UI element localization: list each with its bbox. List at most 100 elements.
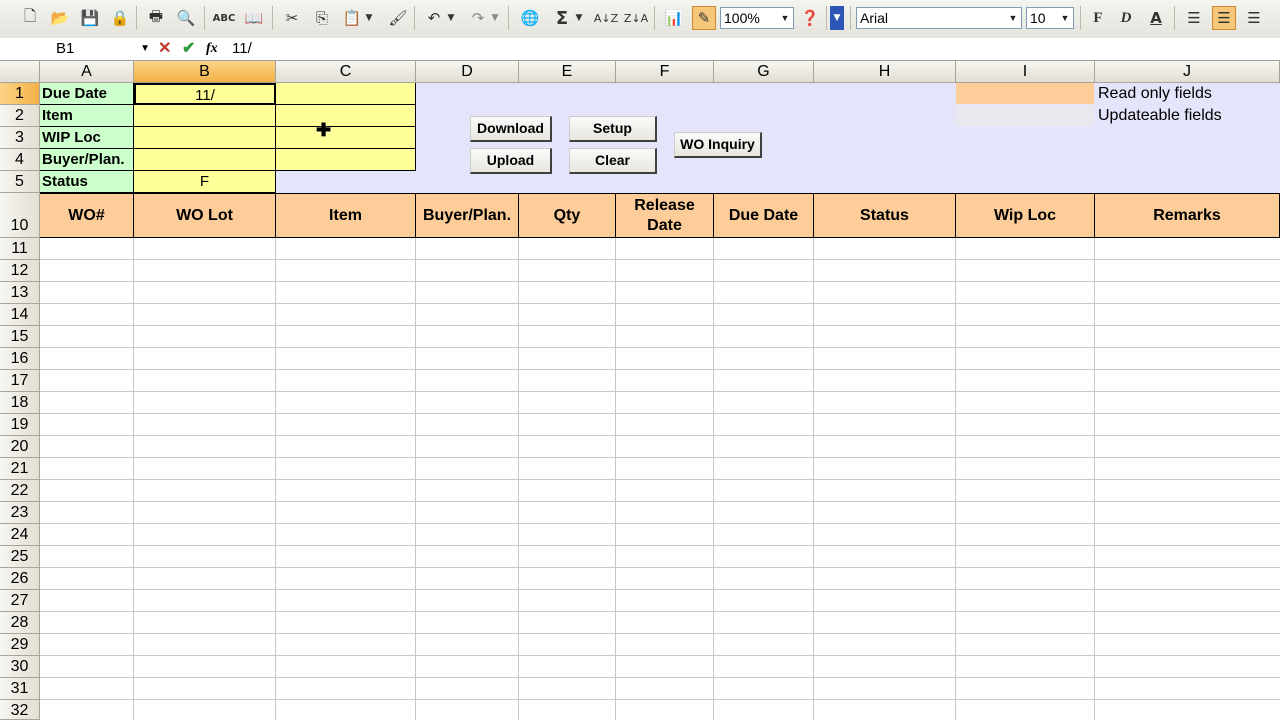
row-header-15[interactable]: 15 [0, 326, 40, 348]
input-status[interactable]: F [134, 171, 276, 193]
paste-icon[interactable]: 📋 [340, 6, 364, 30]
row-header-3[interactable]: 3 [0, 127, 40, 149]
new-icon[interactable]: 🗋 [18, 6, 42, 30]
undo-dropdown-icon[interactable]: ▼ [444, 6, 458, 30]
row-header-31[interactable]: 31 [0, 678, 40, 700]
underline-icon[interactable]: A [1144, 6, 1168, 30]
row-header-27[interactable]: 27 [0, 590, 40, 612]
insert-function-icon[interactable]: fx [206, 39, 218, 58]
align-center-icon[interactable]: ☰ [1212, 6, 1236, 30]
row-header-13[interactable]: 13 [0, 282, 40, 304]
row-header-1[interactable]: 1 [0, 83, 40, 105]
row-header-29[interactable]: 29 [0, 634, 40, 656]
align-right-icon[interactable]: ☰ [1242, 6, 1266, 30]
row-header-19[interactable]: 19 [0, 414, 40, 436]
bold-icon[interactable]: F [1086, 6, 1110, 30]
row-header-14[interactable]: 14 [0, 304, 40, 326]
formula-content[interactable]: 11/ [232, 39, 252, 58]
input-wip-loc-c[interactable] [276, 127, 416, 149]
row-header-17[interactable]: 17 [0, 370, 40, 392]
help-icon[interactable]: ❓ [798, 6, 822, 30]
grid-line [40, 325, 1280, 326]
grid-line [40, 699, 1280, 700]
row-header-18[interactable]: 18 [0, 392, 40, 414]
chart-wizard-icon[interactable]: 📊 [662, 6, 686, 30]
spelling-icon[interactable]: ABC [212, 6, 236, 30]
column-header-j[interactable]: J [1095, 61, 1280, 83]
autosum-dropdown-icon[interactable]: ▼ [572, 6, 586, 30]
wo-inquiry-button[interactable]: WO Inquiry [674, 132, 762, 158]
row-header-28[interactable]: 28 [0, 612, 40, 634]
setup-button[interactable]: Setup [569, 116, 657, 142]
row-header-16[interactable]: 16 [0, 348, 40, 370]
undo-icon[interactable]: ↶ [422, 6, 446, 30]
font-name-select[interactable]: Arial ▼ [856, 7, 1022, 29]
grid-line [40, 479, 1280, 480]
column-header-e[interactable]: E [519, 61, 616, 83]
select-all-corner[interactable] [0, 61, 40, 83]
copy-icon[interactable]: ⎘ [310, 6, 334, 30]
row-header-21[interactable]: 21 [0, 458, 40, 480]
redo-icon[interactable]: ↷ [466, 6, 490, 30]
autosum-icon[interactable]: Σ [550, 6, 574, 30]
chevron-down-icon: ▼ [780, 13, 790, 23]
row-header-4[interactable]: 4 [0, 149, 40, 171]
grid-line [40, 259, 1280, 260]
print-icon[interactable]: 🖶 [144, 6, 168, 30]
row-header-2[interactable]: 2 [0, 105, 40, 127]
toolbar-options-icon[interactable]: ▼ [830, 6, 844, 30]
hyperlink-icon[interactable]: 🌐 [518, 6, 542, 30]
name-box[interactable]: B1 ▼ [8, 39, 154, 58]
paste-dropdown-icon[interactable]: ▼ [362, 6, 376, 30]
download-button[interactable]: Download [470, 116, 552, 142]
permission-icon[interactable]: 🔒 [108, 6, 132, 30]
sort-ascending-icon[interactable]: A↓Z [594, 6, 618, 30]
cancel-entry-icon[interactable]: ✕ [158, 39, 171, 58]
column-header-i[interactable]: I [956, 61, 1095, 83]
font-size-select[interactable]: 10 ▼ [1026, 7, 1074, 29]
input-wip-loc[interactable] [134, 127, 276, 149]
row-header-26[interactable]: 26 [0, 568, 40, 590]
column-header-c[interactable]: C [276, 61, 416, 83]
input-due-date-c[interactable] [276, 83, 416, 105]
column-header-a[interactable]: A [40, 61, 134, 83]
column-header-g[interactable]: G [714, 61, 814, 83]
input-buyer-plan[interactable] [134, 149, 276, 171]
grid-line [40, 413, 1280, 414]
row-header-22[interactable]: 22 [0, 480, 40, 502]
column-header-d[interactable]: D [416, 61, 519, 83]
row-header-12[interactable]: 12 [0, 260, 40, 282]
input-item-c[interactable] [276, 105, 416, 127]
clear-button[interactable]: Clear [569, 148, 657, 174]
row-header-23[interactable]: 23 [0, 502, 40, 524]
column-header-f[interactable]: F [616, 61, 714, 83]
input-due-date[interactable]: 11/ [134, 83, 276, 105]
input-buyer-plan-c[interactable] [276, 149, 416, 171]
zoom-select[interactable]: 100% ▼ [720, 7, 794, 29]
grid-line [40, 391, 1280, 392]
sort-descending-icon[interactable]: Z↓A [624, 6, 648, 30]
format-painter-icon[interactable]: 🖌 [386, 6, 410, 30]
input-item[interactable] [134, 105, 276, 127]
drawing-icon[interactable]: ✎ [692, 6, 716, 30]
print-preview-icon[interactable]: 🔍 [174, 6, 198, 30]
column-header-h[interactable]: H [814, 61, 956, 83]
enter-entry-icon[interactable]: ✔ [182, 39, 195, 58]
row-header-25[interactable]: 25 [0, 546, 40, 568]
italic-icon[interactable]: D [1114, 6, 1138, 30]
cut-icon[interactable]: ✂ [280, 6, 304, 30]
open-icon[interactable]: 📂 [48, 6, 72, 30]
row-header-11[interactable]: 11 [0, 238, 40, 260]
upload-button[interactable]: Upload [470, 148, 552, 174]
align-left-icon[interactable]: ☰ [1182, 6, 1206, 30]
row-header-5[interactable]: 5 [0, 171, 40, 193]
row-header-32[interactable]: 32 [0, 700, 40, 720]
row-header-10[interactable]: 10 [0, 193, 40, 238]
row-header-24[interactable]: 24 [0, 524, 40, 546]
row-header-20[interactable]: 20 [0, 436, 40, 458]
column-header-b[interactable]: B [134, 61, 276, 83]
redo-dropdown-icon[interactable]: ▼ [488, 6, 502, 30]
save-icon[interactable]: 💾 [78, 6, 102, 30]
row-header-30[interactable]: 30 [0, 656, 40, 678]
research-icon[interactable]: 📖 [242, 6, 266, 30]
